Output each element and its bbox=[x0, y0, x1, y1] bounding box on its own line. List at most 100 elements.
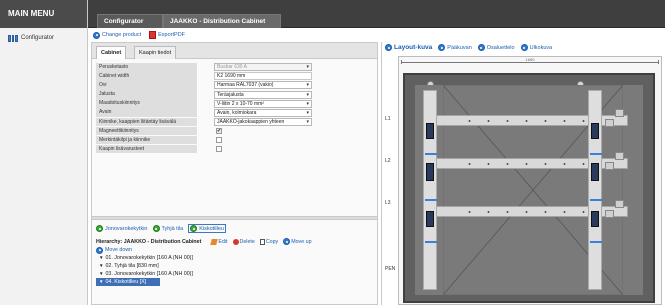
width-dimension: 1690 bbox=[401, 57, 659, 64]
field-label: Maadoituskiinnitys bbox=[96, 99, 197, 108]
base-select: Busbar 630 A bbox=[214, 63, 312, 72]
tree-node-selected[interactable]: ▼ 04. Kiskotilleu [X] bbox=[96, 278, 160, 286]
view-icon bbox=[438, 44, 446, 51]
key-select[interactable]: Avain, kolmiokara bbox=[214, 108, 312, 117]
edit-button[interactable]: Edit bbox=[210, 238, 228, 245]
tree-node-label: 02. Tyhjä tila [830 mm] bbox=[105, 263, 159, 269]
field-label: Kaapin lisävarusteet bbox=[96, 144, 197, 154]
move-down-button[interactable]: Move down bbox=[96, 246, 376, 254]
header-bar: Configurator JAAKKO - Distribution Cabin… bbox=[88, 0, 665, 28]
terminal-box bbox=[615, 152, 624, 160]
tree-node[interactable]: ▼ 03. Jonovarokekytkin [160 A (NH 00)] bbox=[96, 270, 376, 278]
product-toolbar: Change product ExportPDF bbox=[93, 30, 185, 40]
view-label: Ulkokuva bbox=[529, 44, 553, 51]
action-label: Kiskotilleu bbox=[199, 225, 224, 232]
move-up-icon bbox=[283, 238, 291, 245]
tree-node[interactable]: ▼ 02. Tyhjä tila [830 mm] bbox=[96, 262, 376, 270]
add-icon bbox=[96, 225, 103, 232]
menu-item-configurator[interactable]: Configurator bbox=[8, 33, 54, 43]
field-label: Avain bbox=[96, 108, 197, 118]
rail-label-l2: L2 bbox=[385, 158, 391, 164]
cabinet-interior bbox=[415, 85, 643, 295]
layout-icon bbox=[385, 44, 392, 51]
tree-node-label: 04. Kiskotilleu [X] bbox=[105, 279, 147, 285]
move-up-button[interactable]: Move up bbox=[283, 238, 312, 245]
hierarchy-label: Hierarchy: bbox=[96, 238, 123, 245]
cabinet-width-field[interactable]: K2 1690 mm bbox=[214, 72, 312, 81]
subtab-cabinet[interactable]: Cabinet bbox=[96, 46, 127, 59]
main-view-button[interactable]: Pääkuvan bbox=[438, 44, 472, 51]
exterior-view-button[interactable]: Ulkokuva bbox=[520, 44, 553, 51]
tree-node[interactable]: ▼ 01. Jonovarokekytkin [160 A (NH 00)] bbox=[96, 254, 376, 262]
form-row: Merkintäkilpi ja kiinnike bbox=[96, 135, 374, 145]
hierarchy-actions: Edit Delete Copy Move up bbox=[210, 238, 312, 245]
add-empty-space-button[interactable]: Tyhjä tila bbox=[152, 224, 183, 233]
component-actions: Jonovarokekytkin Tyhjä tila Kiskotilleu bbox=[96, 224, 226, 233]
change-product-label: Change product bbox=[102, 32, 142, 38]
parts-list-button[interactable]: Osaluettelo bbox=[477, 44, 515, 51]
delete-label: Delete bbox=[239, 238, 255, 245]
terminal-box bbox=[605, 162, 614, 170]
main-menu-title: MAIN MENU bbox=[0, 0, 87, 28]
delete-icon bbox=[232, 238, 239, 245]
export-pdf-label: ExportPDF bbox=[158, 32, 186, 38]
view-toolbar: Layout-kuva Pääkuvan Osaluettelo Ulkokuv… bbox=[385, 44, 552, 51]
move-up-label: Move up bbox=[291, 238, 312, 245]
add-rail-space-button[interactable]: Kiskotilleu bbox=[188, 224, 226, 233]
terminal-box bbox=[615, 109, 624, 117]
blue-marker bbox=[425, 153, 437, 155]
view-label: Layout-kuva bbox=[394, 44, 433, 51]
cabinet-form: Perusketasto Busbar 630 A Cabinet width … bbox=[96, 63, 374, 154]
form-row: Maadoituskiinnitys V-liitin 2 x 10-70 mm… bbox=[96, 99, 374, 108]
tab-configurator[interactable]: Configurator bbox=[97, 14, 163, 28]
blue-marker bbox=[425, 199, 437, 201]
accessories-checkbox[interactable] bbox=[216, 145, 222, 152]
base-stand-select[interactable]: Teräsjalusta bbox=[214, 90, 312, 99]
tree-arrow-icon: ▼ bbox=[99, 263, 104, 268]
export-pdf-button[interactable]: ExportPDF bbox=[149, 31, 185, 39]
menu-item-label: Configurator bbox=[21, 35, 55, 41]
form-row: Avain Avain, kolmiokara bbox=[96, 108, 374, 118]
hierarchy-header: Hierarchy: JAAKKO - Distribution Cabinet… bbox=[96, 237, 376, 246]
list-icon bbox=[477, 44, 485, 51]
delete-button[interactable]: Delete bbox=[232, 238, 255, 245]
tab-distribution-cabinet[interactable]: JAAKKO - Distribution Cabinet bbox=[163, 14, 281, 28]
configurator-icon bbox=[8, 34, 19, 42]
add-fuse-switch-button[interactable]: Jonovarokekytkin bbox=[96, 224, 148, 233]
width-dimension-label: 1690 bbox=[524, 57, 536, 62]
magnet-checkbox[interactable]: ✔ bbox=[216, 127, 222, 134]
panel-splitter[interactable] bbox=[92, 216, 377, 220]
view-label: Osaluettelo bbox=[486, 44, 515, 51]
blue-marker bbox=[590, 241, 602, 243]
grounding-select[interactable]: V-liitin 2 x 10-70 mm² bbox=[214, 99, 312, 108]
terminal-box bbox=[605, 210, 614, 218]
edit-icon bbox=[210, 238, 219, 245]
form-row: Cabinet width K2 1690 mm bbox=[96, 72, 374, 81]
main-menu: MAIN MENU Configurator bbox=[0, 0, 88, 305]
cabinet-frame bbox=[403, 73, 655, 303]
copy-icon bbox=[259, 238, 265, 245]
move-down-label: Move down bbox=[105, 247, 133, 253]
rail-label-pen: PEN bbox=[385, 266, 396, 272]
subtab-cabinet-info[interactable]: Kaapin tiedot bbox=[134, 46, 177, 59]
blue-marker bbox=[425, 241, 437, 243]
tree-node-label: 03. Jonovarokekytkin [160 A (NH 00)] bbox=[105, 271, 193, 277]
move-down-icon bbox=[96, 246, 103, 254]
tree-arrow-icon: ▼ bbox=[99, 279, 104, 284]
form-row: Jalusta Teräsjalusta bbox=[96, 90, 374, 99]
field-label: Ovi bbox=[96, 81, 197, 90]
label-plate-checkbox[interactable] bbox=[216, 136, 222, 143]
change-product-button[interactable]: Change product bbox=[93, 31, 142, 39]
subtab-bar: Cabinet Kaapin tiedot bbox=[92, 43, 377, 59]
form-row: Magneettikiinnitys ✔ bbox=[96, 126, 374, 136]
blue-marker bbox=[590, 199, 602, 201]
terminal-box bbox=[615, 200, 624, 208]
door-select[interactable]: Harmaa RAL7037 (vakio) bbox=[214, 81, 312, 90]
add-icon bbox=[190, 225, 198, 232]
layout-view-button[interactable]: Layout-kuva bbox=[385, 44, 432, 51]
pdf-icon bbox=[149, 31, 157, 39]
blue-marker bbox=[590, 153, 602, 155]
field-label: Cabinet width bbox=[96, 72, 197, 81]
connector-select[interactable]: JAAKKO-jakokaappien yhteen bbox=[214, 117, 312, 126]
copy-button[interactable]: Copy bbox=[259, 238, 278, 245]
